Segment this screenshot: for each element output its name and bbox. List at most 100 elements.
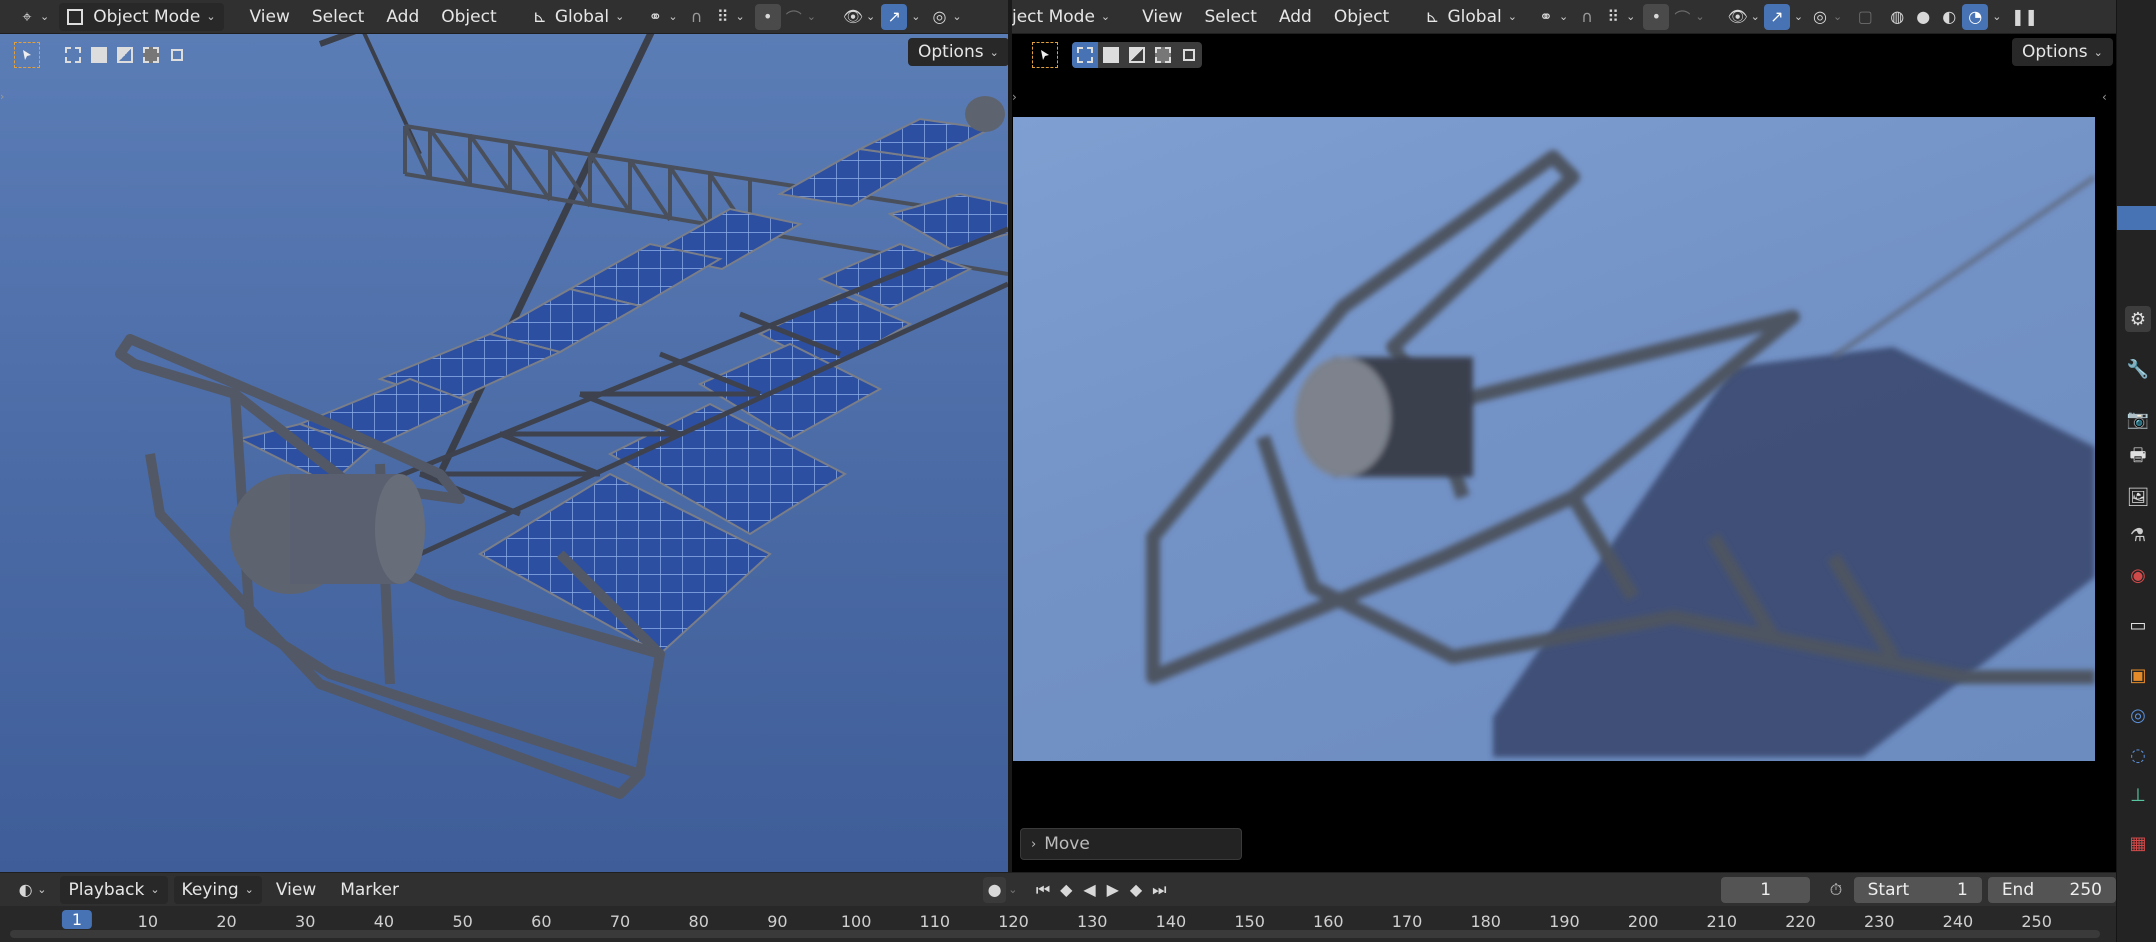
render-icon[interactable]: 🔧: [2125, 356, 2151, 382]
gizmo-icon[interactable]: ↗: [1763, 3, 1790, 30]
play-reverse-icon[interactable]: ◀: [1078, 877, 1101, 903]
ruler-tick-label: 100: [840, 912, 872, 931]
left-options-dropdown[interactable]: Options ⌄: [908, 38, 1008, 66]
particles-icon[interactable]: ◎: [2125, 702, 2151, 728]
solid-shading-icon[interactable]: ●: [1910, 4, 1936, 30]
right-toolbar-toggle[interactable]: ›: [1012, 90, 1017, 104]
prev-keyframe-icon[interactable]: ◆: [1055, 877, 1078, 903]
select-invert-icon[interactable]: [138, 42, 164, 68]
pause-render-icon[interactable]: ❚❚: [2011, 4, 2038, 30]
ruler-tick-label: 160: [1313, 912, 1344, 931]
left-toolbar-toggle[interactable]: ›: [0, 90, 10, 106]
menu-object[interactable]: Object: [1326, 3, 1397, 31]
output-icon[interactable]: 📷: [2125, 406, 2151, 432]
orientation-icon: ⊾: [1425, 6, 1440, 27]
right-options-dropdown[interactable]: Options ⌄: [2012, 38, 2113, 66]
select-intersect-icon[interactable]: [164, 42, 190, 68]
ruler-tick-label: 70: [609, 912, 631, 931]
marker-menu[interactable]: Marker: [332, 876, 407, 904]
menu-select[interactable]: Select: [1196, 3, 1264, 31]
ruler-tick-label: 220: [1785, 912, 1816, 931]
gizmo-icon[interactable]: ↗: [881, 3, 908, 30]
wireframe-shading-icon[interactable]: ◍: [1884, 4, 1910, 30]
collection-icon[interactable]: ◉: [2125, 562, 2151, 588]
material-shading-icon[interactable]: ◐: [1936, 4, 1962, 30]
transform-orientation-dropdown[interactable]: ⊾ Global ⌄: [525, 3, 633, 31]
keying-menu[interactable]: Keying ⌄: [173, 875, 262, 904]
physics-icon[interactable]: ◌: [2125, 742, 2151, 768]
select-intersect-icon[interactable]: [1176, 42, 1202, 68]
texture-icon[interactable]: ▦: [2125, 830, 2151, 856]
right-viewport[interactable]: Options ⌄ › ‹ › Move: [1012, 34, 2116, 872]
end-frame-field[interactable]: End 250: [1987, 876, 2116, 903]
right-tool-row: [1032, 38, 1202, 72]
playback-menu[interactable]: Playback ⌄: [60, 875, 168, 904]
select-extend-icon[interactable]: [1098, 42, 1124, 68]
select-tool-icon[interactable]: [14, 42, 40, 68]
ruler-tick-label: 190: [1549, 912, 1580, 931]
falloff-icon[interactable]: ⌒: [1669, 4, 1695, 30]
clock-icon[interactable]: ◐: [14, 877, 37, 903]
snap-target-icon[interactable]: ⠿: [1600, 4, 1626, 30]
constraints-icon[interactable]: ⊥: [2125, 782, 2151, 808]
transform-orientation-dropdown[interactable]: ⊾ Global ⌄: [1417, 3, 1525, 31]
timeline-view-menu[interactable]: View: [268, 876, 324, 904]
ruler-tick-label: 210: [1706, 912, 1738, 931]
current-frame-field[interactable]: 1: [1720, 876, 1811, 903]
stopwatch-icon[interactable]: ⏱: [1824, 877, 1847, 903]
right-sidebar-toggle[interactable]: ‹: [2102, 90, 2107, 104]
left-tool-row: [14, 38, 190, 72]
ruler-tick-label: 20: [216, 912, 237, 931]
ruler-tick-label: 250: [2021, 912, 2052, 931]
overlays-icon[interactable]: ◎: [1807, 4, 1833, 30]
scene-icon[interactable]: 🖼: [2125, 484, 2151, 510]
next-keyframe-icon[interactable]: ◆: [1124, 877, 1147, 903]
select-extend-icon[interactable]: [86, 42, 112, 68]
xray-icon[interactable]: ▢: [1852, 4, 1878, 30]
mode-dropdown[interactable]: ject Mode ⌄: [1012, 3, 1118, 31]
proportional-edit-icon[interactable]: •: [1643, 3, 1670, 30]
mode-dropdown[interactable]: Object Mode ⌄: [59, 2, 224, 31]
sidebar-highlight: [2117, 206, 2156, 230]
jump-end-icon[interactable]: ⏭: [1148, 877, 1171, 903]
menu-add[interactable]: Add: [1271, 3, 1320, 31]
view-layer-icon[interactable]: 🖶: [2125, 445, 2151, 471]
jump-start-icon[interactable]: ⏮: [1031, 877, 1054, 903]
modifier-icon[interactable]: ▣: [2125, 662, 2151, 688]
menu-view[interactable]: View: [242, 3, 298, 31]
start-frame-field[interactable]: Start 1: [1853, 876, 1982, 903]
snap-target-icon[interactable]: ⠿: [710, 4, 736, 30]
operator-panel[interactable]: › Move: [1020, 828, 1242, 860]
timeline-scrollbar[interactable]: [10, 930, 2100, 938]
pivot-icon[interactable]: ⚭: [1533, 4, 1559, 30]
object-icon[interactable]: ▭: [2125, 612, 2151, 638]
falloff-icon[interactable]: ⌒: [781, 4, 807, 30]
world-icon[interactable]: ⚗: [2125, 522, 2151, 548]
select-subtract-icon[interactable]: [1124, 42, 1150, 68]
pivot-icon[interactable]: ⚭: [642, 4, 668, 30]
timeline-ruler[interactable]: 1 10 20 30 40 50 60 70 80 90 100 110 120 130 140 150 160…: [0, 906, 2116, 942]
ruler-tick-label: 180: [1470, 912, 1501, 931]
play-icon[interactable]: ▶: [1101, 877, 1124, 903]
tool-icon[interactable]: ⚙: [2125, 306, 2151, 332]
menu-view[interactable]: View: [1134, 3, 1190, 31]
select-invert-icon[interactable]: [1150, 42, 1176, 68]
record-icon[interactable]: ●: [982, 876, 1007, 903]
snap-icon[interactable]: ∩: [684, 4, 710, 30]
select-subtract-icon[interactable]: [112, 42, 138, 68]
select-new-icon[interactable]: [1072, 42, 1098, 68]
menu-add[interactable]: Add: [378, 3, 427, 31]
left-viewport[interactable]: Options ⌄ ›: [0, 34, 1008, 872]
proportional-edit-icon[interactable]: •: [754, 3, 781, 30]
camera-render-scene: [1146, 150, 2095, 757]
menu-object[interactable]: Object: [433, 3, 504, 31]
select-tool-icon[interactable]: [1032, 42, 1058, 68]
overlays-icon[interactable]: ◎: [926, 4, 952, 30]
select-new-icon[interactable]: [60, 42, 86, 68]
snap-icon[interactable]: ∩: [1574, 4, 1600, 30]
rendered-shading-icon[interactable]: ◔: [1962, 3, 1989, 30]
visibility-icon[interactable]: 👁: [840, 4, 866, 30]
visibility-icon[interactable]: 👁: [1725, 4, 1751, 30]
editor-type-icon[interactable]: ⌖: [14, 4, 40, 30]
menu-select[interactable]: Select: [304, 3, 372, 31]
